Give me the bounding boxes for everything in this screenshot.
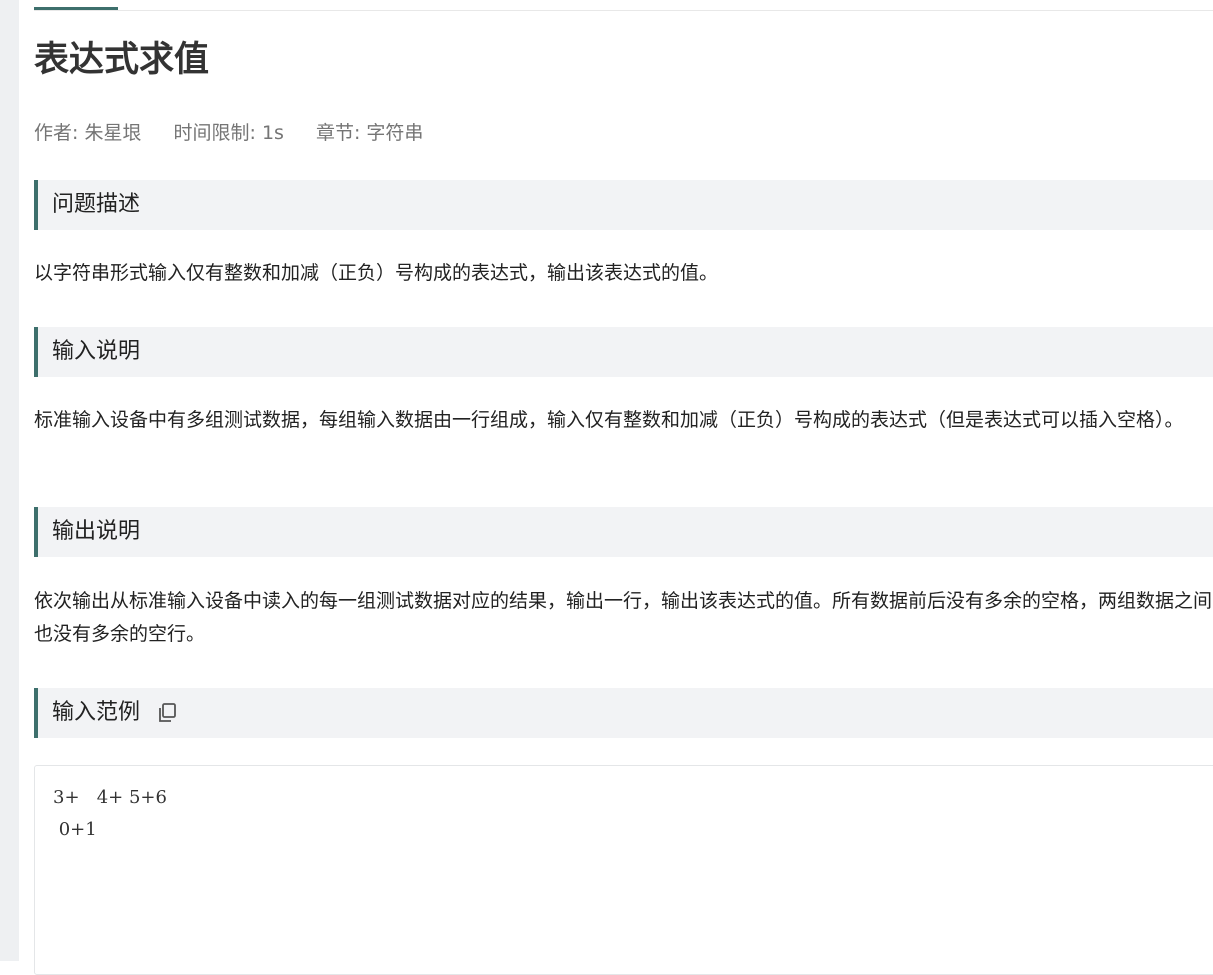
tab-strip <box>34 0 1213 11</box>
section-title-output: 输出说明 <box>52 519 141 544</box>
meta-chapter: 章节: 字符串 <box>316 120 423 146</box>
sample-input-line: 0+1 <box>53 819 97 840</box>
problem-meta: 作者: 朱星垠 时间限制: 1s 章节: 字符串 <box>34 120 449 146</box>
left-rail <box>0 0 19 961</box>
problem-content: 表达式求值 作者: 朱星垠 时间限制: 1s 章节: 字符串 问题描述 以字符串… <box>34 0 1213 975</box>
meta-time-limit-text: 时间限制: 1s <box>173 122 284 144</box>
meta-author: 作者: 朱星垠 <box>34 120 141 146</box>
sample-input-line: 3+ 4+ 5+6 <box>53 787 167 808</box>
copy-icon[interactable] <box>156 702 178 724</box>
page-title: 表达式求值 <box>34 40 210 80</box>
section-title-sample-input: 输入范例 <box>52 700 141 725</box>
section-header-description: 问题描述 <box>34 180 1213 230</box>
section-text-output: 依次输出从标准输入设备中读入的每一组测试数据对应的结果，输出一行，输出该表达式的… <box>34 590 1213 645</box>
section-title-description: 问题描述 <box>52 192 141 217</box>
active-tab-indicator <box>34 7 118 10</box>
section-text-input: 标准输入设备中有多组测试数据，每组输入数据由一行组成，输入仅有整数和加减（正负）… <box>34 409 1184 431</box>
section-text-description: 以字符串形式输入仅有整数和加减（正负）号构成的表达式，输出该表达式的值。 <box>34 262 719 284</box>
section-header-output: 输出说明 <box>34 507 1213 557</box>
meta-chapter-text: 章节: 字符串 <box>315 122 424 144</box>
section-header-sample-input: 输入范例 <box>34 688 1213 738</box>
section-header-input: 输入说明 <box>34 327 1213 377</box>
sample-input-box[interactable]: 3+ 4+ 5+6 0+1 <box>34 765 1213 975</box>
section-title-input: 输入说明 <box>52 339 141 364</box>
meta-time-limit: 时间限制: 1s <box>174 120 284 146</box>
meta-author-text: 作者: 朱星垠 <box>34 122 142 144</box>
